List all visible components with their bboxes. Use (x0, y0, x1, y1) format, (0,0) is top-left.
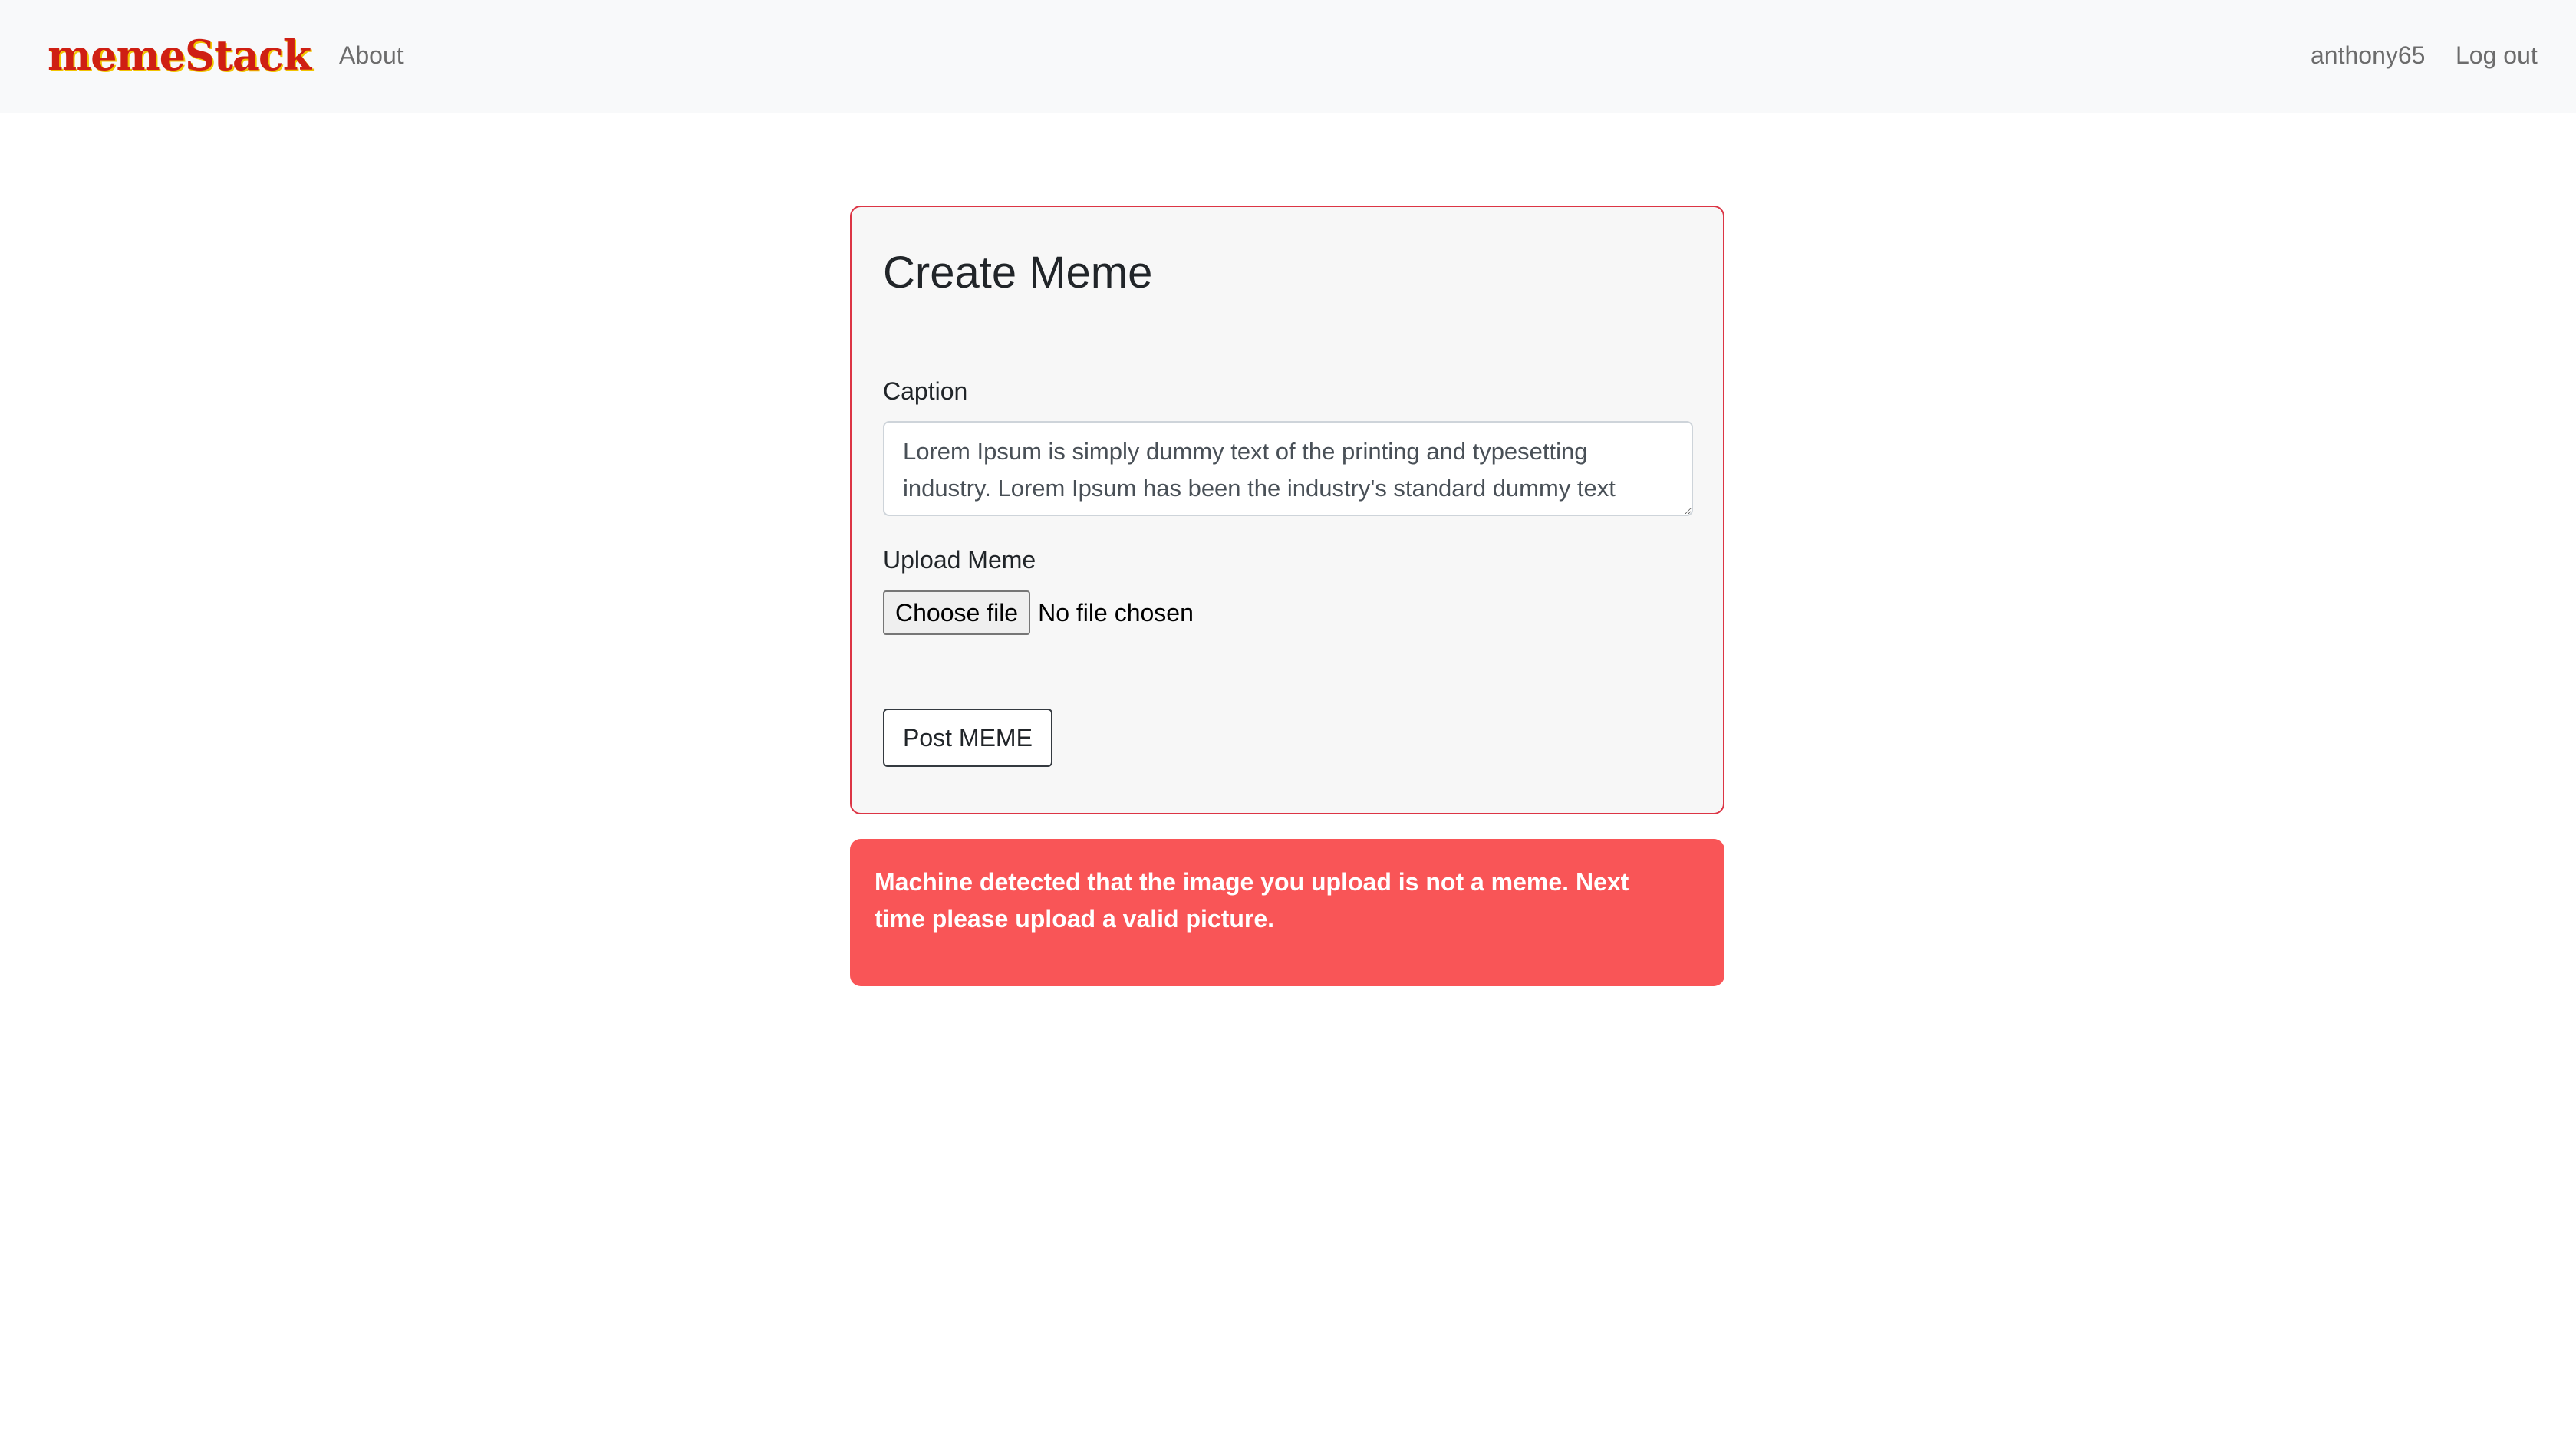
file-input: Choose file No file chosen (883, 590, 1194, 635)
top-navbar: memeStack About anthony65 Log out (0, 0, 2576, 113)
page-title: Create Meme (883, 248, 1153, 298)
file-status-text: No file chosen (1038, 598, 1194, 627)
error-alert-message: Machine detected that the image you uplo… (875, 868, 1629, 933)
choose-file-button[interactable]: Choose file (883, 590, 1031, 635)
nav-username-link[interactable]: anthony65 (2311, 38, 2425, 72)
error-alert: Machine detected that the image you uplo… (850, 839, 1724, 986)
post-meme-button[interactable]: Post MEME (883, 709, 1052, 767)
brand-logo[interactable]: memeStack (48, 28, 311, 83)
upload-meme-label: Upload Meme (883, 546, 1036, 574)
create-meme-card: Create Meme Caption Lorem Ipsum is simpl… (850, 206, 1724, 814)
nav-about-link[interactable]: About (339, 38, 404, 72)
nav-logout-link[interactable]: Log out (2456, 38, 2538, 72)
caption-label: Caption (883, 377, 968, 405)
caption-input[interactable]: Lorem Ipsum is simply dummy text of the … (883, 421, 1693, 516)
